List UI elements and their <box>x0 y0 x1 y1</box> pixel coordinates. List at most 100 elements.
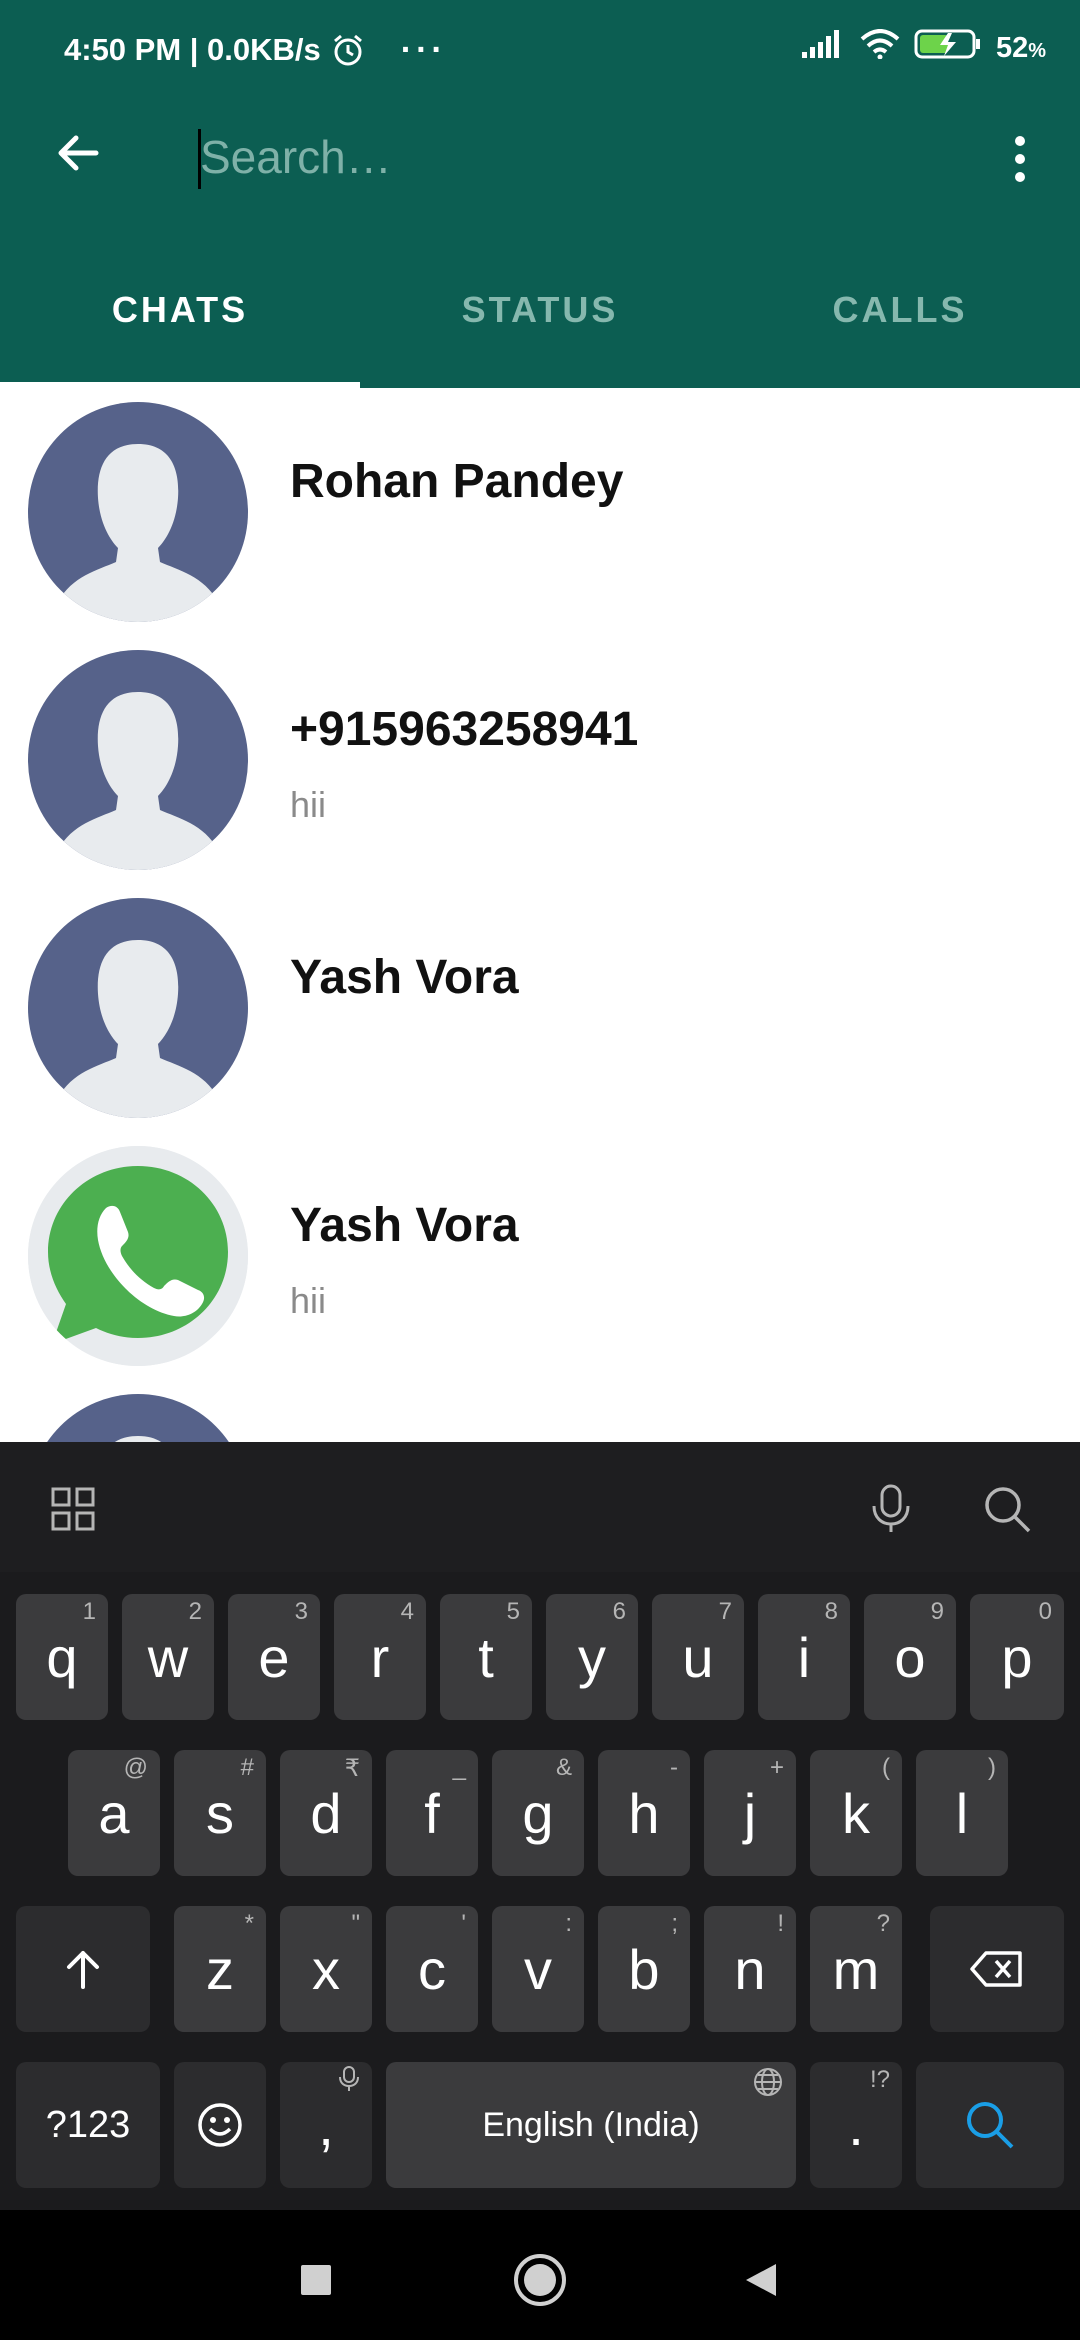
chat-row-partial[interactable] <box>0 1380 1080 1442</box>
arrow-left-icon <box>58 135 99 171</box>
chat-row[interactable]: Rohan Pandey <box>0 388 1080 636</box>
key-y[interactable]: y6 <box>546 1594 638 1720</box>
status-bar: 4:50 PM | 0.0KB/s ··· 52% <box>0 0 1080 79</box>
key-i[interactable]: i8 <box>758 1594 850 1720</box>
key-hint: - <box>670 1754 678 1781</box>
signal-icon <box>801 30 846 66</box>
voice-input-button[interactable] <box>856 1474 926 1544</box>
key-k[interactable]: k( <box>810 1750 902 1876</box>
default-avatar-icon <box>28 898 248 1118</box>
key-label: f <box>424 1781 440 1845</box>
emoji-icon <box>198 2103 242 2147</box>
key-e[interactable]: e3 <box>228 1594 320 1720</box>
recents-button[interactable] <box>276 2240 356 2320</box>
space-key[interactable]: English (India) <box>386 2062 796 2188</box>
tab-chats[interactable]: CHATS <box>0 232 360 388</box>
chat-last-message: hii <box>290 1280 327 1321</box>
key-label: . <box>848 2093 864 2157</box>
avatar <box>28 1394 248 1442</box>
key-label: j <box>743 1781 757 1845</box>
tab-bar: CHATS STATUS CALLS <box>0 232 1080 388</box>
chat-row[interactable]: Yash Vora <box>0 884 1080 1132</box>
keyboard-toolbar <box>0 1442 1080 1572</box>
triangle-back-icon <box>746 2264 776 2296</box>
avatar <box>28 650 248 870</box>
search-input[interactable] <box>198 125 958 189</box>
key-hint: 7 <box>718 1598 732 1625</box>
key-w[interactable]: w2 <box>122 1594 214 1720</box>
status-right: 52% <box>801 28 1046 68</box>
key-d[interactable]: d ₹ <box>280 1750 372 1876</box>
backspace-key[interactable] <box>930 1906 1064 2032</box>
key-hint: ₹ <box>344 1755 360 1782</box>
key-label: t <box>478 1625 494 1689</box>
search-box[interactable] <box>198 125 958 189</box>
key-hint: 4 <box>400 1598 414 1625</box>
home-button[interactable] <box>500 2240 580 2320</box>
key-g[interactable]: g & <box>492 1750 584 1876</box>
key-l[interactable]: l) <box>916 1750 1008 1876</box>
key-f[interactable]: f _ <box>386 1750 478 1876</box>
overflow-menu-button[interactable] <box>990 119 1050 199</box>
key-label: a <box>98 1781 130 1845</box>
key-hint: @ <box>123 1754 148 1781</box>
chat-row[interactable]: Yash Vora hii <box>0 1132 1080 1380</box>
wifi-icon <box>860 29 900 67</box>
key-hint: ? <box>876 1910 890 1937</box>
home-circle-icon <box>514 2254 566 2306</box>
key-label: r <box>370 1625 390 1689</box>
key-o[interactable]: o9 <box>864 1594 956 1720</box>
key-hint: * <box>244 1910 254 1937</box>
key-j[interactable]: j + <box>704 1750 796 1876</box>
key-label: z <box>206 1937 234 2001</box>
key-hint: 3 <box>294 1598 308 1625</box>
comma-key[interactable]: , <box>280 2062 372 2188</box>
key-h[interactable]: h- <box>598 1750 690 1876</box>
chat-row[interactable]: +915963258941 hii <box>0 636 1080 884</box>
key-r[interactable]: r4 <box>334 1594 426 1720</box>
key-label: k <box>842 1781 870 1845</box>
emoji-key[interactable] <box>174 2062 266 2188</box>
key-q[interactable]: q1 <box>16 1594 108 1720</box>
shift-key[interactable] <box>16 1906 150 2032</box>
avatar <box>28 898 248 1118</box>
key-n[interactable]: n! <box>704 1906 796 2032</box>
key-label: h <box>628 1781 660 1845</box>
key-c[interactable]: c ' <box>386 1906 478 2032</box>
microphone-icon <box>872 1484 910 1532</box>
key-s[interactable]: s # <box>174 1750 266 1876</box>
back-button[interactable] <box>40 115 116 191</box>
key-t[interactable]: t5 <box>440 1594 532 1720</box>
key-v[interactable]: v: <box>492 1906 584 2032</box>
key-x[interactable]: x " <box>280 1906 372 2032</box>
keyboard-search-button[interactable] <box>972 1474 1042 1544</box>
key-hint: ) <box>988 1754 996 1781</box>
key-u[interactable]: u7 <box>652 1594 744 1720</box>
key-z[interactable]: z * <box>174 1906 266 2032</box>
tab-status[interactable]: STATUS <box>360 232 720 388</box>
key-hint: ' <box>461 1910 466 1937</box>
key-hint: + <box>769 1754 784 1781</box>
symbols-key[interactable]: ?123 <box>16 2062 160 2188</box>
period-key[interactable]: . !? <box>810 2062 902 2188</box>
key-label: x <box>312 1937 340 2001</box>
avatar <box>28 402 248 622</box>
key-label: o <box>894 1625 926 1689</box>
key-hint: ; <box>671 1910 678 1937</box>
key-m[interactable]: m? <box>810 1906 902 2032</box>
key-hint: 1 <box>82 1598 96 1625</box>
key-p[interactable]: p0 <box>970 1594 1064 1720</box>
search-action-key[interactable] <box>916 2062 1064 2188</box>
key-label: u <box>682 1625 714 1689</box>
shift-arrow-icon <box>67 1951 99 1989</box>
back-nav-button[interactable] <box>720 2240 800 2320</box>
key-b[interactable]: b; <box>598 1906 690 2032</box>
key-hint: _ <box>452 1754 466 1781</box>
soft-keyboard: q1 w2 e3 r4 t5 y6 u7 i8 o9 p0 a @ s # d ₹ f… <box>0 1442 1080 2210</box>
backspace-icon <box>970 1951 1022 1987</box>
tab-calls[interactable]: CALLS <box>720 232 1080 388</box>
grid-icon <box>51 1487 95 1531</box>
key-a[interactable]: a @ <box>68 1750 160 1876</box>
apps-grid-button[interactable] <box>38 1474 108 1544</box>
default-avatar-icon <box>28 1394 248 1442</box>
